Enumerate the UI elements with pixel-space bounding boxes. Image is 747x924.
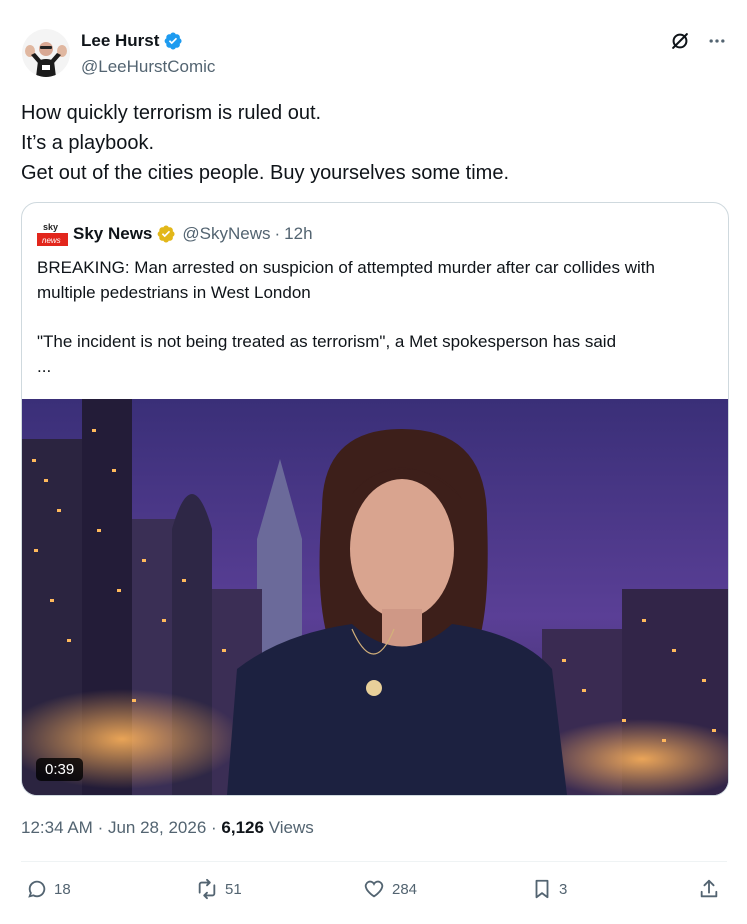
quote-timestamp[interactable]: 12h: [284, 224, 312, 244]
quote-tweet-card[interactable]: sky news Sky News @SkyNews · 12h BREAKIN…: [21, 202, 729, 796]
verified-badge-icon: [165, 32, 182, 50]
svg-text:news: news: [42, 236, 61, 245]
tweet-line: It’s a playbook.: [21, 132, 155, 154]
bookmark-button[interactable]: 3: [531, 878, 567, 900]
quote-ellipsis: ...: [37, 357, 52, 376]
repost-button[interactable]: 51: [195, 878, 242, 900]
share-button[interactable]: [698, 878, 720, 900]
video-player[interactable]: 0:39: [22, 399, 728, 795]
quote-paragraph: "The incident is not being treated as te…: [37, 332, 617, 351]
reply-button[interactable]: 18: [26, 878, 71, 900]
reply-count: 18: [54, 880, 71, 898]
tweet-line: How quickly terrorism is ruled out.: [21, 102, 322, 124]
repost-count: 51: [225, 880, 242, 898]
grok-icon[interactable]: [669, 30, 691, 52]
views-count: 6,126: [221, 818, 264, 837]
share-icon: [700, 879, 718, 898]
like-button[interactable]: 284: [362, 878, 417, 900]
views-label: Views: [268, 818, 314, 837]
author-handle[interactable]: @LeeHurstComic: [81, 57, 215, 77]
video-duration: 0:39: [36, 758, 84, 781]
like-icon: [364, 880, 384, 898]
quote-paragraph: BREAKING: Man arrested on suspicion of a…: [37, 258, 655, 302]
video-thumbnail: [22, 399, 728, 795]
avatar[interactable]: [22, 29, 70, 77]
separator: ·: [211, 818, 217, 837]
quote-header: sky news Sky News @SkyNews · 12h: [37, 221, 313, 247]
quote-body: BREAKING: Man arrested on suspicion of a…: [37, 255, 712, 379]
separator: ·: [274, 224, 281, 243]
bookmark-count: 3: [559, 880, 568, 898]
reply-icon: [28, 880, 46, 898]
like-count: 284: [392, 880, 418, 898]
gold-verified-badge-icon: [158, 225, 175, 243]
separator: ·: [97, 818, 104, 837]
author-name[interactable]: Lee Hurst: [81, 31, 159, 51]
top-icons: [669, 30, 727, 52]
repost-icon: [198, 878, 216, 900]
tweet-meta: 12:34 AM · Jun 28, 2026 · 6,126 Views: [21, 818, 314, 838]
svg-text:sky: sky: [43, 222, 58, 232]
more-icon[interactable]: [707, 31, 727, 51]
divider: [21, 861, 727, 862]
tweet-text: How quickly terrorism is ruled out. It’s…: [21, 98, 721, 188]
quote-author-name[interactable]: Sky News: [73, 224, 152, 244]
tweet-date[interactable]: Jun 28, 2026: [108, 818, 206, 837]
tweet-line: Get out of the cities people. Buy yourse…: [21, 162, 510, 184]
quote-author-handle[interactable]: @SkyNews: [182, 224, 270, 244]
sky-news-logo-icon[interactable]: sky news: [37, 221, 68, 247]
tweet-time[interactable]: 12:34 AM: [21, 818, 93, 837]
author-name-row[interactable]: Lee Hurst: [81, 31, 183, 51]
bookmark-icon: [535, 879, 549, 899]
